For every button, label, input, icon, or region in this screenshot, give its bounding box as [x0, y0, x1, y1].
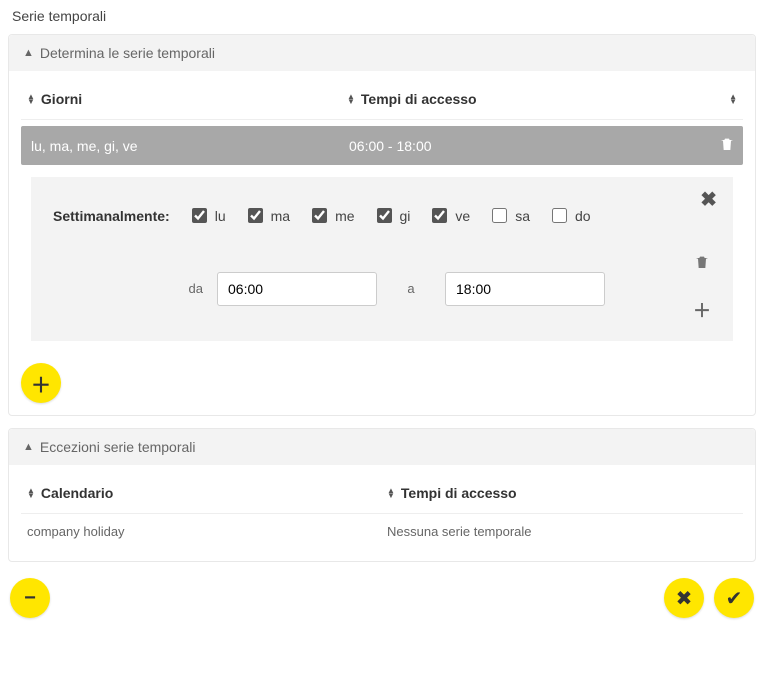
cancel-button[interactable]: ✖ — [664, 578, 704, 618]
weekly-label: Settimanalmente: — [53, 208, 170, 224]
panel-exceptions: ▲ Eccezioni serie temporali ▲▼ Calendari… — [8, 428, 756, 562]
remove-button[interactable]: − — [10, 578, 50, 618]
checkbox-sa[interactable]: sa — [488, 205, 530, 226]
row-calendar: company holiday — [27, 524, 387, 539]
table2-header: ▲▼ Calendario ▲▼ Tempi di accesso — [21, 477, 743, 514]
close-icon: ✖ — [676, 586, 693, 611]
plus-icon: ＋ — [31, 369, 51, 398]
panel2-body: ▲▼ Calendario ▲▼ Tempi di accesso compan… — [9, 465, 755, 561]
checkbox-lu[interactable]: lu — [188, 205, 226, 226]
panel1-title: Determina le serie temporali — [40, 45, 215, 61]
checkbox-gi[interactable]: gi — [373, 205, 411, 226]
plus-icon[interactable]: ＋ — [693, 297, 711, 323]
from-label: da — [53, 281, 203, 296]
minus-icon: − — [24, 587, 36, 610]
day-label: ma — [271, 208, 290, 224]
table1-header: ▲▼ Giorni ▲▼ Tempi di accesso ▲▼ — [21, 83, 743, 120]
day-label: gi — [400, 208, 411, 224]
page-title: Serie temporali — [12, 8, 756, 24]
sort-icon[interactable]: ▲▼ — [347, 94, 355, 104]
sort-icon[interactable]: ▲▼ — [729, 94, 737, 104]
sort-icon[interactable]: ▲▼ — [27, 488, 35, 498]
col-times-label: Tempi di accesso — [361, 91, 477, 107]
weekly-row: Settimanalmente: lu ma me gi ve sa do — [53, 205, 711, 226]
bottom-bar: − ✖ ✔ — [8, 574, 756, 622]
checkbox-do[interactable]: do — [548, 205, 591, 226]
day-label: me — [335, 208, 354, 224]
checkbox-ve[interactable]: ve — [428, 205, 470, 226]
col-times2-label: Tempi di accesso — [401, 485, 517, 501]
col-calendar-label: Calendario — [41, 485, 113, 501]
chevron-up-icon: ▲ — [23, 441, 34, 453]
checkbox-me[interactable]: me — [308, 205, 354, 226]
panel2-title: Eccezioni serie temporali — [40, 439, 196, 455]
panel2-header[interactable]: ▲ Eccezioni serie temporali — [9, 429, 755, 465]
confirm-button[interactable]: ✔ — [714, 578, 754, 618]
close-icon[interactable]: ✖ — [700, 187, 717, 212]
trash-icon[interactable] — [694, 254, 710, 275]
row-times: Nessuna serie temporale — [387, 524, 737, 539]
side-icons: ＋ — [693, 254, 711, 323]
to-label: a — [391, 281, 431, 296]
sort-icon[interactable]: ▲▼ — [387, 488, 395, 498]
row-days: lu, ma, me, gi, ve — [29, 138, 349, 154]
day-label: ve — [455, 208, 470, 224]
panel1-header[interactable]: ▲ Determina le serie temporali — [9, 35, 755, 71]
editor-box: ✖ Settimanalmente: lu ma me gi ve sa do … — [31, 177, 733, 341]
chevron-up-icon: ▲ — [23, 47, 34, 59]
sort-icon[interactable]: ▲▼ — [27, 94, 35, 104]
from-input[interactable] — [217, 272, 377, 306]
panel-time-series: ▲ Determina le serie temporali ▲▼ Giorni… — [8, 34, 756, 416]
day-label: do — [575, 208, 591, 224]
checkbox-ma[interactable]: ma — [244, 205, 290, 226]
day-label: lu — [215, 208, 226, 224]
col-days-label: Giorni — [41, 91, 82, 107]
table-row[interactable]: lu, ma, me, gi, ve 06:00 - 18:00 — [21, 126, 743, 165]
to-input[interactable] — [445, 272, 605, 306]
table-row[interactable]: company holiday Nessuna serie temporale — [21, 514, 743, 549]
trash-icon[interactable] — [719, 136, 735, 155]
panel1-body: ▲▼ Giorni ▲▼ Tempi di accesso ▲▼ lu, ma,… — [9, 71, 755, 415]
row-times: 06:00 - 18:00 — [349, 138, 695, 154]
add-button[interactable]: ＋ — [21, 363, 61, 403]
check-icon: ✔ — [726, 586, 743, 611]
day-label: sa — [515, 208, 530, 224]
time-row: da a ＋ — [53, 254, 711, 323]
